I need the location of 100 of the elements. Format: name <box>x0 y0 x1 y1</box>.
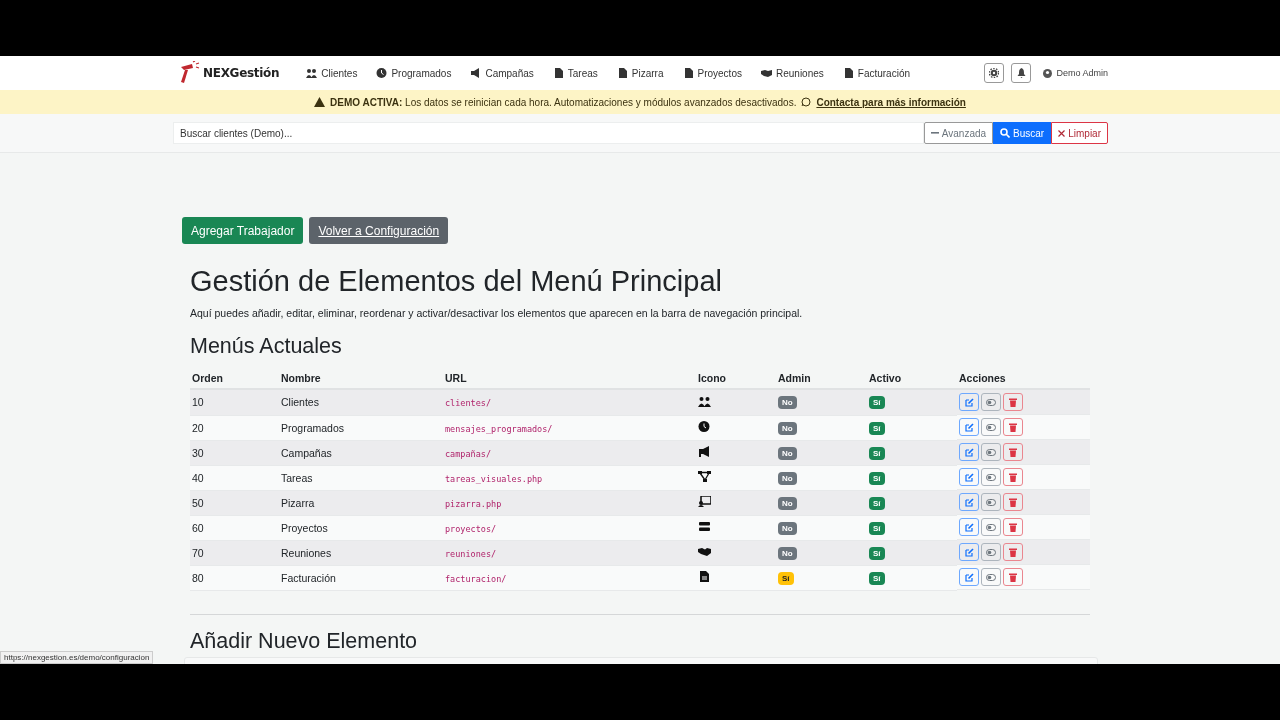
user-menu[interactable]: Demo Admin <box>1043 68 1108 78</box>
trash-icon <box>1009 522 1017 532</box>
stack-icon <box>698 521 711 532</box>
toggle-icon <box>986 423 996 431</box>
edit-icon <box>964 397 974 407</box>
status-badge: No <box>778 546 797 560</box>
nav-link[interactable]: Proyectos <box>682 67 742 79</box>
nav-link[interactable]: Facturación <box>842 67 911 79</box>
delete-button[interactable] <box>1003 518 1023 536</box>
nav-link[interactable]: Clientes <box>306 67 358 79</box>
toggle-button[interactable] <box>981 418 1001 436</box>
notifications-button[interactable] <box>1011 63 1032 83</box>
table-cell: 30 <box>192 446 204 459</box>
search-field[interactable]: Buscar clientes (Demo)... <box>173 122 924 144</box>
table-cell: 50 <box>192 496 204 509</box>
edit-button[interactable] <box>959 543 979 561</box>
trash-icon <box>1009 547 1017 557</box>
nav-link[interactable]: Programados <box>376 67 452 79</box>
toggle-button[interactable] <box>981 543 1001 561</box>
toggle-button[interactable] <box>981 493 1001 511</box>
edit-button[interactable] <box>959 518 979 536</box>
hammer-logo-icon <box>178 61 200 85</box>
toggle-button[interactable] <box>981 443 1001 461</box>
url-cell: campañas/ <box>445 448 492 459</box>
document-icon <box>616 68 628 78</box>
url-cell: facturacion/ <box>445 573 507 584</box>
table-cell: Programados <box>281 421 345 434</box>
status-url: https://nexgestion.es/demo/configuracion <box>0 651 154 664</box>
delete-button[interactable] <box>1003 468 1023 486</box>
toggle-icon <box>986 398 996 406</box>
toggle-button[interactable] <box>981 468 1001 486</box>
status-badge: Sí <box>869 521 885 535</box>
status-badge: Sí <box>869 471 885 485</box>
delete-button[interactable] <box>1003 443 1023 461</box>
edit-icon <box>964 447 974 457</box>
status-badge: No <box>778 421 797 435</box>
nodes-icon <box>698 471 711 482</box>
url-cell: mensajes_programados/ <box>445 423 553 434</box>
brand-name[interactable]: NEXGestión <box>203 66 280 80</box>
users-icon <box>306 68 318 78</box>
document-icon <box>682 68 694 78</box>
edit-button[interactable] <box>959 393 979 411</box>
contact-link[interactable]: Contacta para más información <box>816 96 966 108</box>
status-badge: Sí <box>869 446 885 460</box>
table-cell: Pizarra <box>281 496 315 509</box>
toggle-button[interactable] <box>981 393 1001 411</box>
intro-text: Aquí puedes añadir, editar, eliminar, reordenar y activar/desactivar los elementos que aparecen en la barra de navegación principal. <box>190 307 804 319</box>
trash-icon <box>1009 472 1017 482</box>
nav-link[interactable]: Reuniones <box>760 67 824 79</box>
status-badge: Sí <box>869 546 885 560</box>
section-title: Menús Actuales <box>190 333 343 360</box>
status-badge: Sí <box>869 421 885 435</box>
table-cell: 80 <box>192 571 204 584</box>
section-title: Añadir Nuevo Elemento <box>190 627 419 655</box>
nav-link[interactable]: Campañas <box>470 67 534 79</box>
url-cell: tareas_visuales.php <box>445 473 543 484</box>
status-badge: No <box>778 496 797 510</box>
table-cell: 40 <box>192 471 204 484</box>
status-badge: No <box>778 446 797 460</box>
table-cell: 20 <box>192 421 204 434</box>
edit-button[interactable] <box>959 493 979 511</box>
toggle-icon <box>986 498 996 506</box>
megaphone-icon <box>470 68 482 78</box>
edit-button[interactable] <box>959 418 979 436</box>
nav-link[interactable]: Tareas <box>552 67 598 79</box>
delete-button[interactable] <box>1003 568 1023 586</box>
edit-icon <box>964 422 974 432</box>
url-cell: reuniones/ <box>445 548 497 559</box>
nav-link[interactable]: Pizarra <box>616 67 664 79</box>
delete-button[interactable] <box>1003 493 1023 511</box>
gear-icon <box>989 68 1000 78</box>
advanced-button[interactable]: Avanzada <box>923 122 994 144</box>
action-button[interactable]: Volver a Configuración <box>309 217 449 244</box>
clear-button[interactable]: Limpiar <box>1051 122 1108 144</box>
document-icon <box>552 68 564 78</box>
edit-button[interactable] <box>959 468 979 486</box>
delete-button[interactable] <box>1003 543 1023 561</box>
status-badge: No <box>778 521 797 535</box>
toggle-button[interactable] <box>981 518 1001 536</box>
settings-button[interactable] <box>984 63 1005 83</box>
table-cell: 60 <box>192 521 204 534</box>
toggle-icon <box>986 548 996 556</box>
action-button[interactable]: Agregar Trabajador <box>182 217 304 244</box>
table-cell: 10 <box>192 396 204 409</box>
edit-icon <box>964 472 974 482</box>
url-cell: clientes/ <box>445 398 492 409</box>
banner-message: DEMO ACTIVA: Los datos se reinician cada hora. Automatizaciones y módulos avanzados desactivados. <box>330 96 797 108</box>
status-badge: Sí <box>869 396 885 410</box>
board-icon <box>698 496 711 507</box>
edit-button[interactable] <box>959 443 979 461</box>
delete-button[interactable] <box>1003 418 1023 436</box>
toggle-button[interactable] <box>981 568 1001 586</box>
users-icon <box>698 395 711 407</box>
page-title: Gestión de Elementos del Menú Principal <box>190 264 723 299</box>
edit-button[interactable] <box>959 568 979 586</box>
table-cell: 70 <box>192 546 204 559</box>
status-badge: Sí <box>869 496 885 510</box>
megaphone-icon <box>698 446 711 457</box>
delete-button[interactable] <box>1003 393 1023 411</box>
search-button[interactable]: Buscar <box>993 122 1052 144</box>
